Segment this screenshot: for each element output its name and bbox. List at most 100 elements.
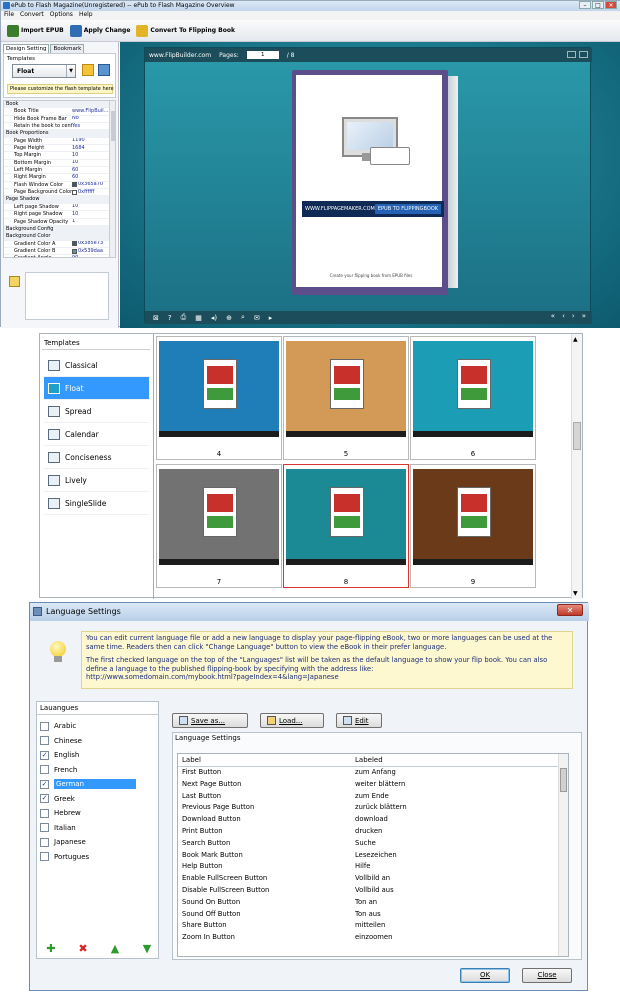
menu-options[interactable]: Options: [50, 11, 73, 20]
labeled-cell[interactable]: download: [351, 814, 568, 826]
move-up-icon[interactable]: ▲: [108, 943, 122, 955]
labeled-cell[interactable]: zum Ende: [351, 791, 568, 803]
property-row[interactable]: Page Shadow: [4, 196, 115, 204]
labeled-cell[interactable]: mitteilen: [351, 920, 568, 932]
labeled-cell[interactable]: zum Anfang: [351, 767, 568, 779]
language-checkbox[interactable]: ✓: [40, 794, 49, 804]
labeled-cell[interactable]: Ton an: [351, 897, 568, 909]
template-item[interactable]: Spread: [44, 400, 149, 423]
property-row[interactable]: Right page Shadow 10: [4, 211, 115, 219]
minimize-button[interactable]: –: [579, 1, 591, 9]
property-row[interactable]: Gradient Color B 0x539daa: [4, 248, 115, 256]
column-label[interactable]: Label: [178, 754, 351, 766]
labeled-cell[interactable]: Lesezeichen: [351, 850, 568, 862]
menu-file[interactable]: File: [4, 11, 14, 20]
property-row[interactable]: Left page Shadow 10: [4, 204, 115, 212]
property-row[interactable]: Page Width 1190: [4, 138, 115, 146]
language-checkbox[interactable]: [40, 837, 49, 847]
table-row[interactable]: First Button zum Anfang: [178, 767, 568, 779]
template-item[interactable]: Lively: [44, 469, 149, 492]
thumbnails-icon[interactable]: ⊠: [153, 314, 159, 322]
labeled-cell[interactable]: weiter blättern: [351, 779, 568, 791]
next-page-icon[interactable]: ›: [572, 312, 575, 320]
close-window-button[interactable]: ✕: [605, 1, 617, 9]
add-language-icon[interactable]: ✚: [44, 943, 58, 955]
language-checkbox[interactable]: [40, 852, 49, 862]
import-epub-button[interactable]: Import EPUB: [7, 24, 64, 37]
property-row[interactable]: Page Shadow Opacity 1: [4, 219, 115, 226]
grid-icon[interactable]: ▦: [195, 314, 202, 322]
language-item[interactable]: ✓ German: [37, 777, 158, 792]
table-row[interactable]: Share Button mitteilen: [178, 920, 568, 932]
template-thumbnail[interactable]: 7: [156, 464, 282, 588]
language-item[interactable]: Italian: [37, 821, 158, 836]
table-row[interactable]: Last Button zum Ende: [178, 791, 568, 803]
table-row[interactable]: Search Button Suche: [178, 838, 568, 850]
save-template-icon[interactable]: [98, 64, 110, 76]
labeled-cell[interactable]: Vollbild aus: [351, 885, 568, 897]
edit-button[interactable]: Edit: [336, 713, 382, 728]
property-row[interactable]: Background Color: [4, 233, 115, 241]
page-input[interactable]: 1: [246, 51, 279, 59]
last-page-icon[interactable]: »: [582, 312, 586, 320]
window-icon[interactable]: [567, 51, 576, 58]
first-page-icon[interactable]: «: [551, 312, 555, 320]
template-item[interactable]: SingleSlide: [44, 492, 149, 515]
dialog-close-button[interactable]: ✕: [557, 604, 583, 616]
labeled-cell[interactable]: Suche: [351, 838, 568, 850]
template-thumbnail[interactable]: 4: [156, 336, 282, 460]
mail-icon[interactable]: ✉: [254, 314, 260, 322]
property-row[interactable]: Gradient Color A 0x385e73: [4, 241, 115, 248]
labeled-cell[interactable]: Hilfe: [351, 861, 568, 873]
folder-icon[interactable]: [82, 64, 94, 76]
labeled-cell[interactable]: Ton aus: [351, 909, 568, 921]
property-row[interactable]: Page Background Color 0xffffff: [4, 189, 115, 197]
table-row[interactable]: Previous Page Button zurück blättern: [178, 802, 568, 814]
template-thumbnail[interactable]: 9: [410, 464, 536, 588]
sound-icon[interactable]: ◂): [211, 314, 217, 322]
fullscreen-icon[interactable]: [579, 51, 588, 58]
book-cover[interactable]: WWW.FLIPPAGEMAKER.COM EPUB TO FLIPPINGBO…: [292, 70, 448, 295]
zoom-in-icon[interactable]: ⊕: [226, 314, 232, 322]
table-row[interactable]: Download Button download: [178, 814, 568, 826]
language-item[interactable]: Portugues: [37, 850, 158, 865]
load-button[interactable]: Load...: [260, 713, 324, 728]
language-item[interactable]: Hebrew: [37, 806, 158, 821]
language-checkbox[interactable]: ✓: [40, 779, 49, 789]
column-labeled[interactable]: Labeled: [351, 754, 387, 766]
table-row[interactable]: Next Page Button weiter blättern: [178, 779, 568, 791]
template-select[interactable]: Float ▼: [12, 64, 76, 78]
labeled-cell[interactable]: einzoomen: [351, 932, 568, 944]
table-row[interactable]: Enable FullScreen Button Vollbild an: [178, 873, 568, 885]
template-item[interactable]: Float: [44, 377, 149, 400]
labeled-cell[interactable]: Vollbild an: [351, 873, 568, 885]
property-row[interactable]: Gradient Angle90: [4, 255, 115, 257]
template-item[interactable]: Calendar: [44, 423, 149, 446]
property-row[interactable]: Flash Window Color 0x365a70: [4, 182, 115, 190]
scroll-up-icon[interactable]: ▲: [573, 336, 578, 343]
property-row[interactable]: Bottom Margin 10: [4, 160, 115, 168]
property-row[interactable]: Book Title www.FlipBuil...: [4, 108, 115, 116]
maximize-button[interactable]: □: [592, 1, 604, 9]
language-item[interactable]: Chinese: [37, 734, 158, 749]
property-row[interactable]: Top Margin 10: [4, 152, 115, 160]
table-row[interactable]: Sound Off Button Ton aus: [178, 909, 568, 921]
print-icon[interactable]: ⎙: [181, 313, 187, 322]
save-as-button[interactable]: Save as...: [172, 713, 248, 728]
property-row[interactable]: Book: [4, 101, 115, 109]
table-row[interactable]: Disable FullScreen Button Vollbild aus: [178, 885, 568, 897]
language-checkbox[interactable]: [40, 721, 49, 731]
language-checkbox[interactable]: [40, 823, 49, 833]
language-item[interactable]: Arabic: [37, 719, 158, 734]
scroll-down-icon[interactable]: ▼: [573, 590, 578, 597]
labeled-cell[interactable]: zurück blättern: [351, 802, 568, 814]
template-thumbnail[interactable]: 6: [410, 336, 536, 460]
table-scrollbar[interactable]: [558, 754, 568, 956]
property-row[interactable]: Page Height 1684: [4, 145, 115, 153]
close-button[interactable]: Close: [522, 968, 572, 983]
convert-button[interactable]: Convert To Flipping Book: [136, 24, 235, 37]
property-row[interactable]: Left Margin 60: [4, 167, 115, 175]
property-scrollbar[interactable]: [109, 101, 115, 257]
property-row[interactable]: Background Config: [4, 225, 115, 234]
apply-change-button[interactable]: Apply Change: [69, 24, 130, 37]
